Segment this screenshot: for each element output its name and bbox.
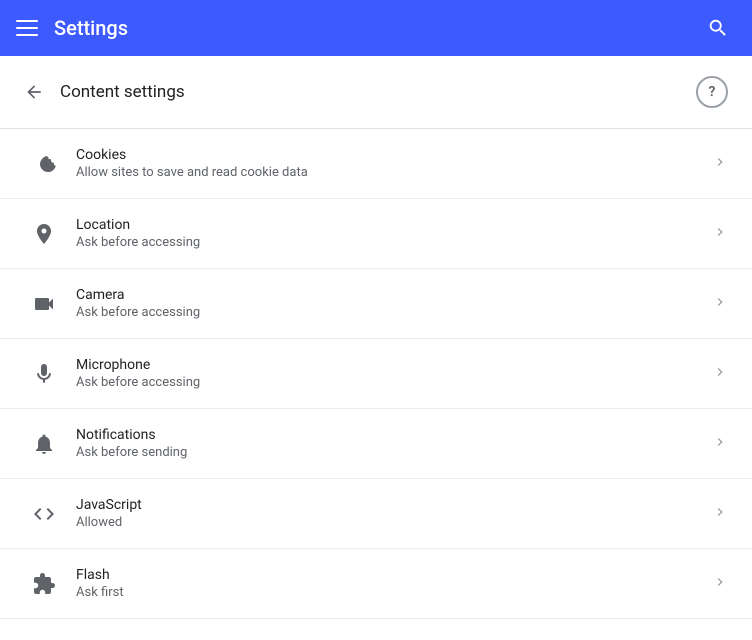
cookies-title: Cookies [76,147,704,163]
chevron-right-icon [712,434,728,454]
flash-subtitle: Ask first [76,585,704,600]
notifications-title: Notifications [76,427,704,443]
settings-item-cookies[interactable]: Cookies Allow sites to save and read coo… [0,129,752,199]
location-subtitle: Ask before accessing [76,235,704,250]
location-icon [24,222,64,246]
back-button[interactable] [24,82,44,102]
microphone-subtitle: Ask before accessing [76,375,704,390]
page-header-left: Content settings [24,82,185,102]
microphone-title: Microphone [76,357,704,373]
help-button[interactable]: ? [696,76,728,108]
puzzle-icon [24,572,64,596]
page-title: Content settings [60,82,185,102]
location-text: Location Ask before accessing [76,217,704,250]
chevron-right-icon [712,504,728,524]
app-bar-left: Settings [16,16,128,40]
chevron-right-icon [712,154,728,174]
chevron-right-icon [712,364,728,384]
notifications-subtitle: Ask before sending [76,445,704,460]
camera-icon [24,292,64,316]
settings-item-location[interactable]: Location Ask before accessing [0,199,752,269]
camera-subtitle: Ask before accessing [76,305,704,320]
settings-item-javascript[interactable]: JavaScript Allowed [0,479,752,549]
settings-item-notifications[interactable]: Notifications Ask before sending [0,409,752,479]
notifications-text: Notifications Ask before sending [76,427,704,460]
settings-list: Cookies Allow sites to save and read coo… [0,129,752,619]
microphone-text: Microphone Ask before accessing [76,357,704,390]
settings-item-microphone[interactable]: Microphone Ask before accessing [0,339,752,409]
javascript-text: JavaScript Allowed [76,497,704,530]
content-area: Content settings ? Cookies Allow sites t… [0,56,752,640]
location-title: Location [76,217,704,233]
search-button[interactable] [700,10,736,46]
settings-item-camera[interactable]: Camera Ask before accessing [0,269,752,339]
camera-title: Camera [76,287,704,303]
bell-icon [24,432,64,456]
chevron-right-icon [712,574,728,594]
app-bar-title: Settings [54,16,128,40]
hamburger-menu-icon[interactable] [16,20,38,36]
javascript-subtitle: Allowed [76,515,704,530]
settings-item-flash[interactable]: Flash Ask first [0,549,752,619]
app-bar: Settings [0,0,752,56]
code-icon [24,502,64,526]
cookies-text: Cookies Allow sites to save and read coo… [76,147,704,180]
chevron-right-icon [712,294,728,314]
page-header: Content settings ? [0,56,752,129]
cookie-icon [24,152,64,176]
flash-text: Flash Ask first [76,567,704,600]
camera-text: Camera Ask before accessing [76,287,704,320]
cookies-subtitle: Allow sites to save and read cookie data [76,165,704,180]
microphone-icon [24,362,64,386]
chevron-right-icon [712,224,728,244]
javascript-title: JavaScript [76,497,704,513]
flash-title: Flash [76,567,704,583]
